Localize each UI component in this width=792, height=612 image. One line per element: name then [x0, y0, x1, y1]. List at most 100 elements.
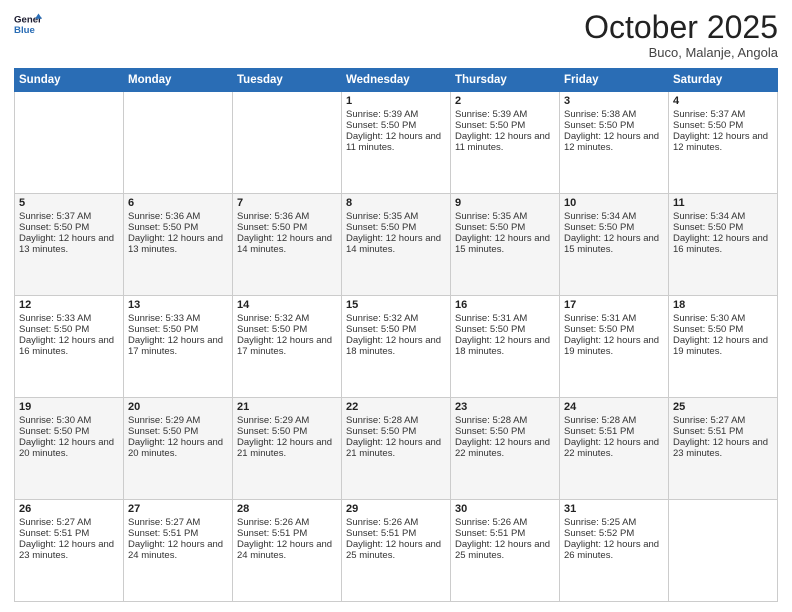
sunrise-text: Sunrise: 5:36 AM: [128, 211, 228, 222]
day-number: 10: [564, 197, 664, 209]
calendar-cell: 20Sunrise: 5:29 AMSunset: 5:50 PMDayligh…: [124, 398, 233, 500]
daylight-text: Daylight: 12 hours and 25 minutes.: [346, 539, 446, 561]
daylight-text: Daylight: 12 hours and 21 minutes.: [237, 437, 337, 459]
sunrise-text: Sunrise: 5:27 AM: [128, 517, 228, 528]
sunrise-text: Sunrise: 5:34 AM: [673, 211, 773, 222]
sunset-text: Sunset: 5:50 PM: [455, 120, 555, 131]
daylight-text: Daylight: 12 hours and 26 minutes.: [564, 539, 664, 561]
sunset-text: Sunset: 5:50 PM: [673, 222, 773, 233]
title-block: October 2025 Buco, Malanje, Angola: [584, 10, 778, 60]
daylight-text: Daylight: 12 hours and 24 minutes.: [128, 539, 228, 561]
day-number: 26: [19, 503, 119, 515]
daylight-text: Daylight: 12 hours and 25 minutes.: [455, 539, 555, 561]
calendar-cell: 13Sunrise: 5:33 AMSunset: 5:50 PMDayligh…: [124, 296, 233, 398]
day-number: 16: [455, 299, 555, 311]
svg-text:Blue: Blue: [14, 25, 35, 36]
calendar-table: SundayMondayTuesdayWednesdayThursdayFrid…: [14, 68, 778, 602]
sunrise-text: Sunrise: 5:34 AM: [564, 211, 664, 222]
sunset-text: Sunset: 5:51 PM: [237, 528, 337, 539]
calendar-cell: 11Sunrise: 5:34 AMSunset: 5:50 PMDayligh…: [669, 194, 778, 296]
sunrise-text: Sunrise: 5:25 AM: [564, 517, 664, 528]
day-of-week-header: Tuesday: [233, 69, 342, 92]
sunset-text: Sunset: 5:50 PM: [128, 324, 228, 335]
sunrise-text: Sunrise: 5:39 AM: [455, 109, 555, 120]
daylight-text: Daylight: 12 hours and 19 minutes.: [673, 335, 773, 357]
calendar-cell: 26Sunrise: 5:27 AMSunset: 5:51 PMDayligh…: [15, 500, 124, 602]
sunrise-text: Sunrise: 5:35 AM: [346, 211, 446, 222]
calendar-cell: 2Sunrise: 5:39 AMSunset: 5:50 PMDaylight…: [451, 92, 560, 194]
day-number: 31: [564, 503, 664, 515]
sunset-text: Sunset: 5:50 PM: [455, 426, 555, 437]
sunrise-text: Sunrise: 5:26 AM: [237, 517, 337, 528]
daylight-text: Daylight: 12 hours and 18 minutes.: [346, 335, 446, 357]
sunrise-text: Sunrise: 5:30 AM: [19, 415, 119, 426]
sunrise-text: Sunrise: 5:37 AM: [673, 109, 773, 120]
calendar-cell: 9Sunrise: 5:35 AMSunset: 5:50 PMDaylight…: [451, 194, 560, 296]
calendar-cell: 3Sunrise: 5:38 AMSunset: 5:50 PMDaylight…: [560, 92, 669, 194]
sunset-text: Sunset: 5:50 PM: [128, 426, 228, 437]
calendar-cell: 28Sunrise: 5:26 AMSunset: 5:51 PMDayligh…: [233, 500, 342, 602]
sunset-text: Sunset: 5:51 PM: [564, 426, 664, 437]
sunrise-text: Sunrise: 5:33 AM: [128, 313, 228, 324]
sunrise-text: Sunrise: 5:30 AM: [673, 313, 773, 324]
day-number: 22: [346, 401, 446, 413]
sunset-text: Sunset: 5:50 PM: [564, 324, 664, 335]
daylight-text: Daylight: 12 hours and 13 minutes.: [19, 233, 119, 255]
sunrise-text: Sunrise: 5:35 AM: [455, 211, 555, 222]
day-number: 18: [673, 299, 773, 311]
calendar-cell: [124, 92, 233, 194]
sunset-text: Sunset: 5:50 PM: [673, 324, 773, 335]
sunset-text: Sunset: 5:51 PM: [128, 528, 228, 539]
sunset-text: Sunset: 5:50 PM: [237, 222, 337, 233]
daylight-text: Daylight: 12 hours and 11 minutes.: [346, 131, 446, 153]
daylight-text: Daylight: 12 hours and 24 minutes.: [237, 539, 337, 561]
sunrise-text: Sunrise: 5:28 AM: [346, 415, 446, 426]
daylight-text: Daylight: 12 hours and 16 minutes.: [673, 233, 773, 255]
calendar-cell: 27 Sunrise: 5:27 AMSunset: 5:51 PMDayligh…: [124, 500, 233, 602]
sunset-text: Sunset: 5:50 PM: [346, 324, 446, 335]
sunrise-text: Sunrise: 5:33 AM: [19, 313, 119, 324]
sunset-text: Sunset: 5:52 PM: [564, 528, 664, 539]
sunset-text: Sunset: 5:51 PM: [19, 528, 119, 539]
sunrise-text: Sunrise: 5:29 AM: [237, 415, 337, 426]
sunrise-text: Sunrise: 5:37 AM: [19, 211, 119, 222]
daylight-text: Daylight: 12 hours and 20 minutes.: [19, 437, 119, 459]
sunrise-text: Sunrise: 5:26 AM: [346, 517, 446, 528]
sunset-text: Sunset: 5:51 PM: [455, 528, 555, 539]
calendar-cell: 12Sunrise: 5:33 AMSunset: 5:50 PMDayligh…: [15, 296, 124, 398]
day-number: 27: [128, 503, 228, 515]
day-number: 14: [237, 299, 337, 311]
calendar-week-row: 26Sunrise: 5:27 AMSunset: 5:51 PMDayligh…: [15, 500, 778, 602]
sunset-text: Sunset: 5:50 PM: [564, 222, 664, 233]
day-of-week-header: Saturday: [669, 69, 778, 92]
sunrise-text: Sunrise: 5:26 AM: [455, 517, 555, 528]
day-number: 24: [564, 401, 664, 413]
calendar-cell: 14Sunrise: 5:32 AMSunset: 5:50 PMDayligh…: [233, 296, 342, 398]
daylight-text: Daylight: 12 hours and 13 minutes.: [128, 233, 228, 255]
calendar-cell: 22Sunrise: 5:28 AMSunset: 5:50 PMDayligh…: [342, 398, 451, 500]
sunset-text: Sunset: 5:50 PM: [19, 222, 119, 233]
day-number: 29: [346, 503, 446, 515]
sunrise-text: Sunrise: 5:27 AM: [19, 517, 119, 528]
daylight-text: Daylight: 12 hours and 16 minutes.: [19, 335, 119, 357]
daylight-text: Daylight: 12 hours and 17 minutes.: [128, 335, 228, 357]
sunset-text: Sunset: 5:50 PM: [19, 426, 119, 437]
day-number: 15: [346, 299, 446, 311]
day-number: 5: [19, 197, 119, 209]
day-number: 9: [455, 197, 555, 209]
day-number: 17: [564, 299, 664, 311]
calendar-week-row: 5Sunrise: 5:37 AMSunset: 5:50 PMDaylight…: [15, 194, 778, 296]
daylight-text: Daylight: 12 hours and 21 minutes.: [346, 437, 446, 459]
logo: General Blue: [14, 10, 42, 38]
sunset-text: Sunset: 5:50 PM: [455, 324, 555, 335]
sunset-text: Sunset: 5:50 PM: [346, 120, 446, 131]
day-number: 8: [346, 197, 446, 209]
sunset-text: Sunset: 5:50 PM: [455, 222, 555, 233]
calendar-cell: 17Sunrise: 5:31 AMSunset: 5:50 PMDayligh…: [560, 296, 669, 398]
sunset-text: Sunset: 5:50 PM: [346, 222, 446, 233]
calendar-cell: 24Sunrise: 5:28 AMSunset: 5:51 PMDayligh…: [560, 398, 669, 500]
day-number: 3: [564, 95, 664, 107]
daylight-text: Daylight: 12 hours and 19 minutes.: [564, 335, 664, 357]
sunrise-text: Sunrise: 5:29 AM: [128, 415, 228, 426]
day-number: 30: [455, 503, 555, 515]
